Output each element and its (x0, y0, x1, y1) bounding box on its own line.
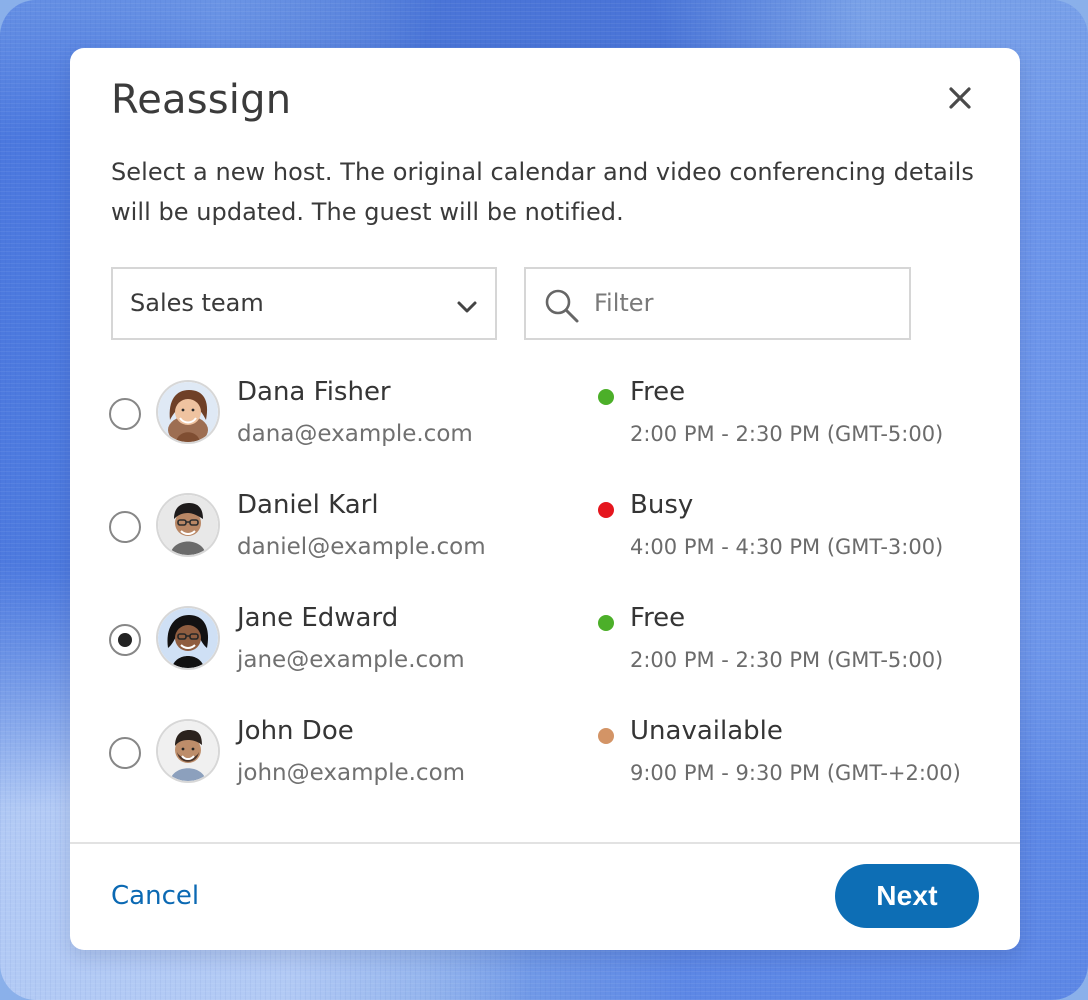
host-name: Jane Edward (237, 603, 399, 633)
host-row[interactable]: Jane Edward jane@example.com Free 2:00 P… (70, 598, 1020, 700)
host-row[interactable]: Dana Fisher dana@example.com Free 2:00 P… (70, 372, 1020, 474)
host-row[interactable]: Daniel Karl daniel@example.com Busy 4:00… (70, 485, 1020, 587)
close-button[interactable] (942, 80, 978, 116)
avatar-icon (158, 382, 218, 442)
host-time: 2:00 PM - 2:30 PM (GMT-5:00) (630, 422, 944, 446)
dialog-title: Reassign (111, 77, 292, 123)
host-row[interactable]: John Doe john@example.com Unavailable 9:… (70, 711, 1020, 813)
host-name: Daniel Karl (237, 490, 379, 520)
host-time: 4:00 PM - 4:30 PM (GMT-3:00) (630, 535, 944, 559)
reassign-dialog: Reassign Select a new host. The original… (70, 48, 1020, 950)
host-status: Busy (630, 490, 694, 520)
host-time: 9:00 PM - 9:30 PM (GMT-+2:00) (630, 761, 961, 785)
status-dot (598, 389, 614, 405)
chevron-down-icon (457, 301, 477, 313)
host-radio[interactable] (109, 737, 141, 769)
status-dot (598, 728, 614, 744)
host-name: John Doe (237, 716, 354, 746)
dialog-description: Select a new host. The original calendar… (111, 158, 974, 226)
host-email: john@example.com (237, 760, 466, 786)
team-select[interactable]: Sales team (111, 267, 497, 340)
host-email: jane@example.com (237, 647, 465, 673)
host-status: Free (630, 377, 686, 407)
page-background: Reassign Select a new host. The original… (0, 0, 1088, 1000)
close-icon (949, 87, 971, 109)
host-radio[interactable] (109, 511, 141, 543)
host-email: daniel@example.com (237, 534, 486, 560)
host-name: Dana Fisher (237, 377, 391, 407)
avatar-icon (158, 495, 218, 555)
avatar-icon (158, 721, 218, 781)
cancel-link[interactable]: Cancel (111, 878, 199, 914)
host-radio[interactable] (109, 398, 141, 430)
host-time: 2:00 PM - 2:30 PM (GMT-5:00) (630, 648, 944, 672)
status-dot (598, 615, 614, 631)
search-icon (545, 289, 579, 323)
host-email: dana@example.com (237, 421, 473, 447)
next-button[interactable]: Next (835, 864, 979, 928)
filter-input[interactable] (594, 284, 894, 322)
avatar-icon (158, 608, 218, 668)
host-status: Unavailable (630, 716, 783, 746)
host-radio[interactable] (109, 624, 141, 656)
footer-divider (70, 842, 1020, 844)
host-status: Free (630, 603, 686, 633)
team-select-value: Sales team (130, 289, 264, 317)
status-dot (598, 502, 614, 518)
filter-field[interactable] (524, 267, 911, 340)
